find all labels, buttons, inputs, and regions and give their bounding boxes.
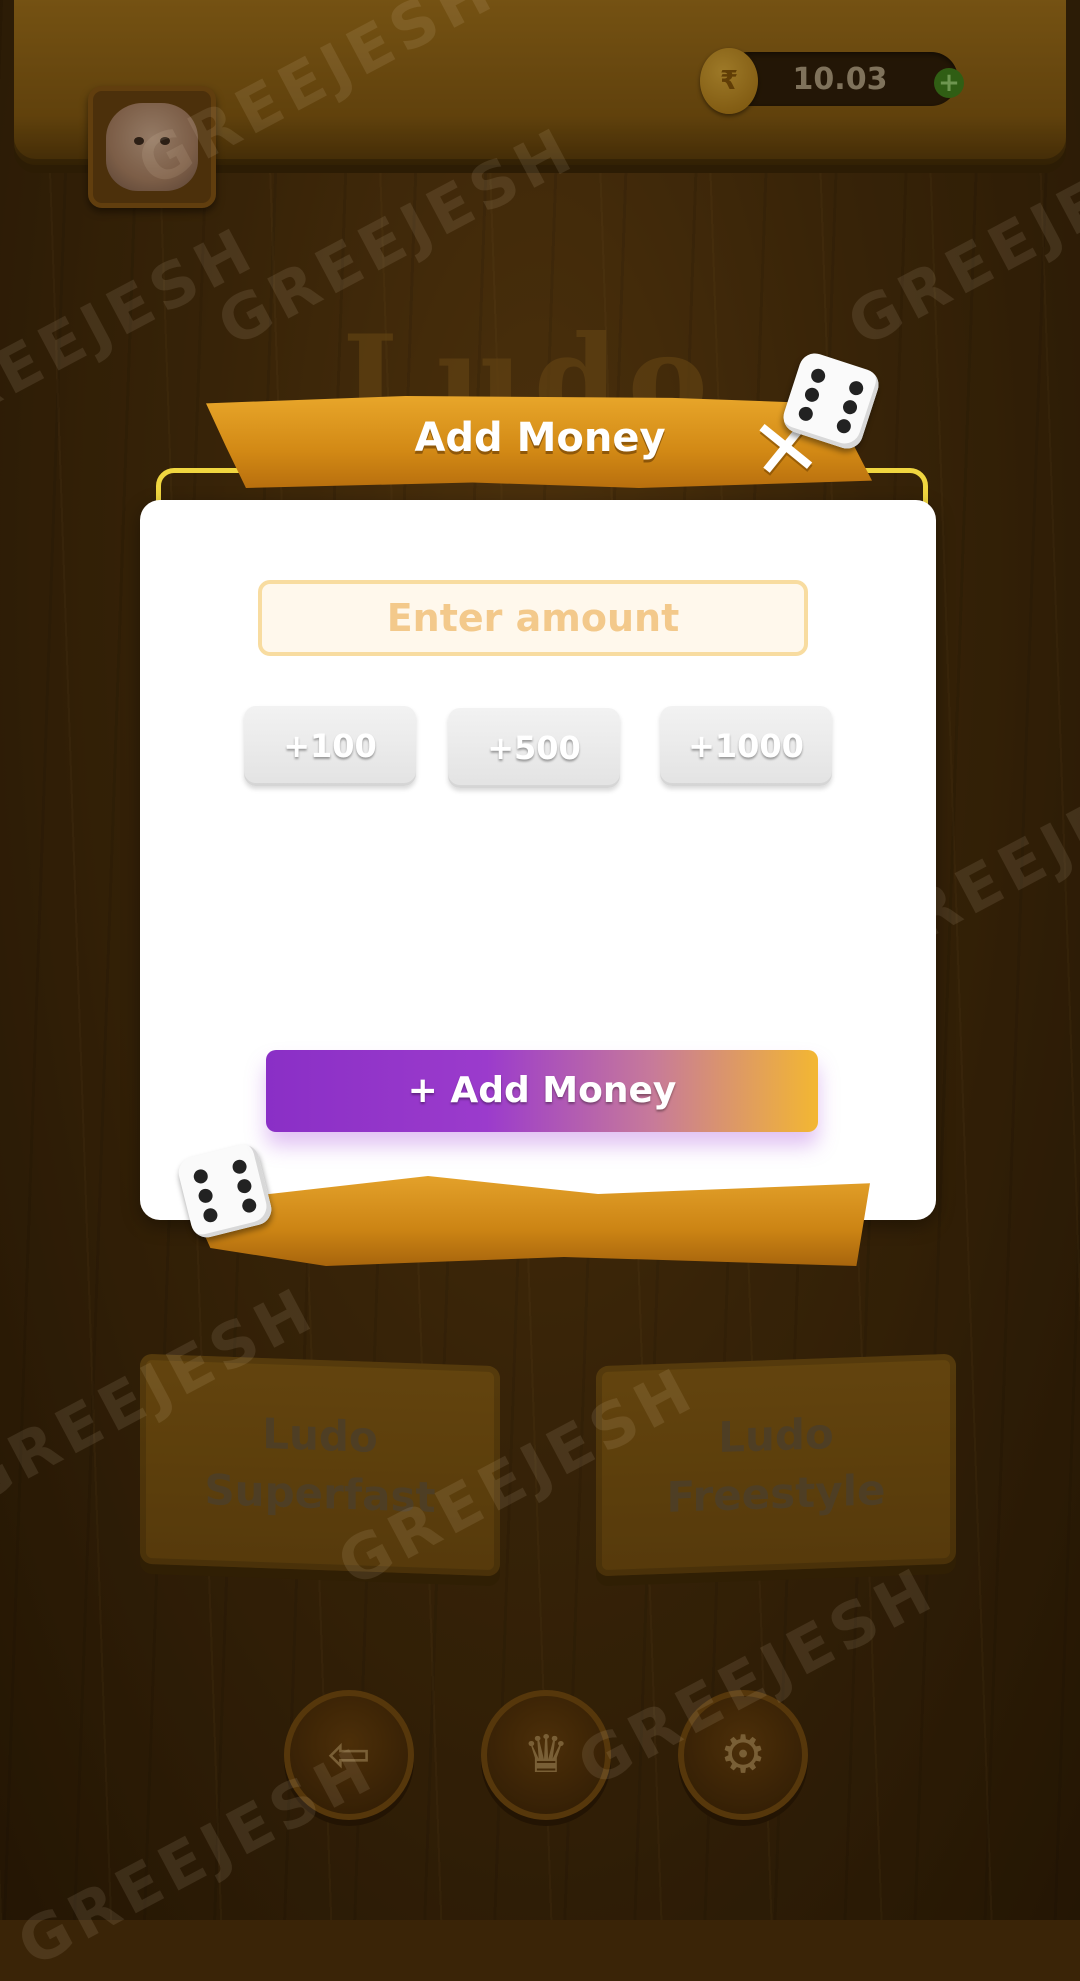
amount-input[interactable]	[258, 580, 808, 656]
quick-amount-100-button[interactable]: +100	[244, 706, 416, 786]
add-money-button[interactable]: + Add Money	[266, 1050, 818, 1132]
quick-amount-500-button[interactable]: +500	[448, 708, 620, 788]
quick-amount-1000-button[interactable]: +1000	[660, 706, 832, 786]
dialog-title: Add Money	[414, 415, 666, 461]
